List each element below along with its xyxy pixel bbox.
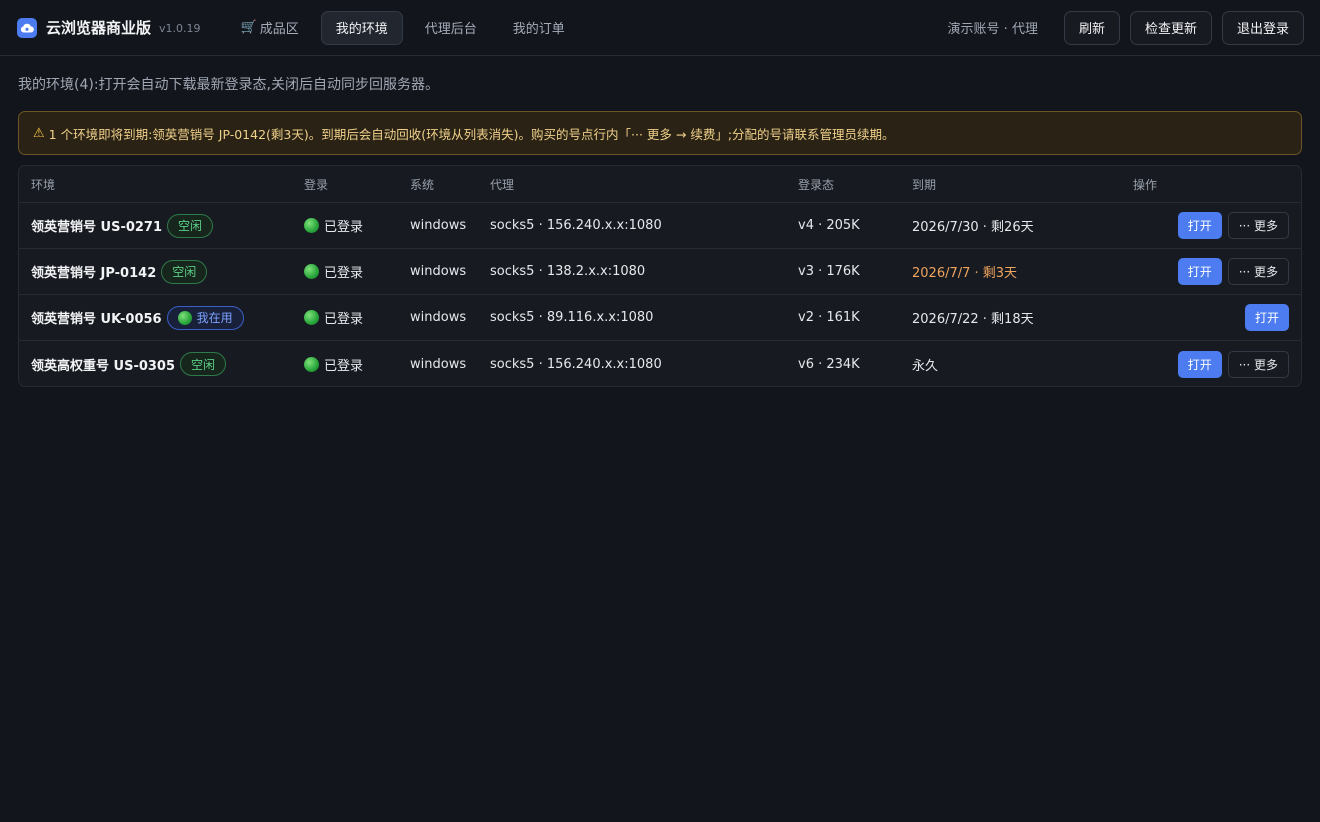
env-name: 领英营销号 JP-0142 — [31, 266, 157, 281]
account-info: 演示账号 · 代理 — [947, 22, 1038, 37]
login-cell: 已登录 — [304, 341, 364, 386]
state-cell: v2 · 161K — [798, 310, 860, 325]
green-circle-icon — [304, 310, 319, 325]
refresh-button[interactable]: 刷新 — [1063, 10, 1120, 45]
status-badge: 我在用 — [166, 305, 244, 330]
green-circle-icon — [304, 264, 319, 279]
open-button[interactable]: 打开 — [1177, 350, 1222, 378]
env-cell: 领英营销号 JP-0142 空闲 — [31, 249, 208, 294]
state-cell: v6 · 234K — [798, 356, 860, 372]
warning-text: 1 个环境即将到期:领英营销号 JP-0142(剩3天)。到期后会自动回收(环境… — [48, 126, 895, 142]
expiry-cell: 2026/7/22 · 剩18天 — [912, 312, 1034, 327]
cart-icon: 🛒 — [240, 20, 257, 35]
env-name: 领英营销号 UK-0056 — [31, 312, 162, 327]
proxy-cell: socks5 · 156.240.x.x:1080 — [490, 218, 662, 233]
table-row: 领英营销号 UK-0056 我在用 已登录 windows socks5 · 8… — [19, 295, 1301, 341]
row-actions: 打开 ··· 更多 — [1177, 203, 1289, 248]
more-button[interactable]: ··· 更多 — [1227, 258, 1289, 285]
status-badge: 空闲 — [161, 259, 208, 284]
status-badge: 空闲 — [180, 352, 227, 376]
state-cell: v4 · 205K — [798, 218, 860, 233]
column-header-proxy: 代理 — [490, 178, 515, 192]
tab-label: 我的订单 — [512, 22, 565, 37]
column-header-state: 登录态 — [798, 178, 835, 192]
login-status: 已登录 — [324, 220, 364, 235]
top-bar: 云浏览器商业版 v1.0.19 🛒 成品区 我的环境 代理后台 我的订单 演示账… — [0, 0, 1320, 56]
row-actions: 打开 ··· 更多 — [1177, 249, 1289, 294]
expiry-warning-banner: ⚠ 1 个环境即将到期:领英营销号 JP-0142(剩3天)。到期后会自动回收(… — [18, 111, 1302, 155]
tab-products[interactable]: 🛒 成品区 — [227, 11, 313, 45]
system-cell: windows — [410, 356, 467, 372]
login-cell: 已登录 — [304, 203, 363, 248]
green-circle-icon — [304, 218, 319, 233]
page-description: 我的环境(4):打开会自动下载最新登录态,关闭后自动同步回服务器。 — [18, 77, 439, 93]
open-button[interactable]: 打开 — [1177, 212, 1222, 239]
tab-agent-backend[interactable]: 代理后台 — [411, 11, 491, 45]
more-button[interactable]: ··· 更多 — [1227, 212, 1289, 239]
status-badge: 空闲 — [167, 213, 214, 238]
open-button[interactable]: 打开 — [1177, 258, 1222, 285]
brand: 云浏览器商业版 v1.0.19 — [17, 17, 201, 38]
env-cell: 领英高权重号 US-0305 空闲 — [31, 341, 227, 386]
env-name: 领英高权重号 US-0305 — [31, 358, 176, 374]
login-status: 已登录 — [324, 266, 364, 281]
column-header-ops: 操作 — [1133, 178, 1158, 192]
expiry-cell: 永久 — [912, 358, 939, 374]
main-nav: 🛒 成品区 我的环境 代理后台 我的订单 — [227, 10, 587, 45]
expiry-cell: 2026/7/7 · 剩3天 — [912, 266, 1018, 281]
column-header-env: 环境 — [31, 178, 56, 192]
open-button[interactable]: 打开 — [1244, 304, 1289, 331]
login-cell: 已登录 — [304, 295, 363, 340]
badge-label: 我在用 — [196, 311, 233, 325]
proxy-cell: socks5 · 156.240.x.x:1080 — [490, 356, 662, 372]
login-status: 已登录 — [324, 358, 364, 374]
column-header-system: 系统 — [410, 178, 435, 192]
green-circle-icon — [304, 356, 319, 372]
system-cell: windows — [410, 218, 467, 233]
env-cell: 领英营销号 US-0271 空闲 — [31, 203, 214, 248]
table-row: 领英营销号 JP-0142 空闲 已登录 windows socks5 · 13… — [19, 249, 1301, 295]
tab-label: 我的环境 — [335, 22, 388, 37]
column-header-login: 登录 — [304, 178, 329, 192]
app-version: v1.0.19 — [159, 22, 201, 35]
row-actions: 打开 — [1244, 295, 1289, 340]
login-cell: 已登录 — [304, 249, 363, 294]
tab-my-environments[interactable]: 我的环境 — [320, 10, 403, 45]
system-cell: windows — [410, 264, 467, 279]
table-header: 环境 登录 系统 代理 登录态 到期 操作 — [19, 166, 1301, 203]
proxy-cell: socks5 · 138.2.x.x:1080 — [490, 264, 646, 279]
cloud-icon — [17, 17, 37, 38]
tab-label: 成品区 — [259, 22, 299, 37]
expiry-cell: 2026/7/30 · 剩26天 — [912, 220, 1034, 235]
green-circle-icon — [177, 310, 192, 325]
system-cell: windows — [410, 310, 467, 325]
table-row: 领英高权重号 US-0305 空闲 已登录 windows socks5 · 1… — [19, 341, 1301, 386]
login-status: 已登录 — [324, 312, 364, 327]
header-actions: 演示账号 · 代理 刷新 检查更新 退出登录 — [947, 10, 1304, 45]
app-title: 云浏览器商业版 — [46, 19, 152, 37]
environments-table: 环境 登录 系统 代理 登录态 到期 操作 领英营销号 US-0271 空闲 已… — [18, 165, 1302, 387]
check-update-button[interactable]: 检查更新 — [1129, 10, 1212, 45]
tab-label: 代理后台 — [424, 22, 477, 37]
column-header-expiry: 到期 — [912, 178, 937, 192]
logout-button[interactable]: 退出登录 — [1221, 10, 1304, 45]
warning-icon: ⚠ — [33, 125, 45, 141]
more-button[interactable]: ··· 更多 — [1227, 350, 1289, 378]
row-actions: 打开 ··· 更多 — [1177, 341, 1289, 386]
tab-my-orders[interactable]: 我的订单 — [499, 11, 579, 45]
state-cell: v3 · 176K — [798, 264, 860, 279]
env-cell: 领英营销号 UK-0056 我在用 — [31, 295, 244, 340]
proxy-cell: socks5 · 89.116.x.x:1080 — [490, 310, 654, 325]
table-row: 领英营销号 US-0271 空闲 已登录 windows socks5 · 15… — [19, 203, 1301, 249]
env-name: 领英营销号 US-0271 — [31, 220, 163, 235]
